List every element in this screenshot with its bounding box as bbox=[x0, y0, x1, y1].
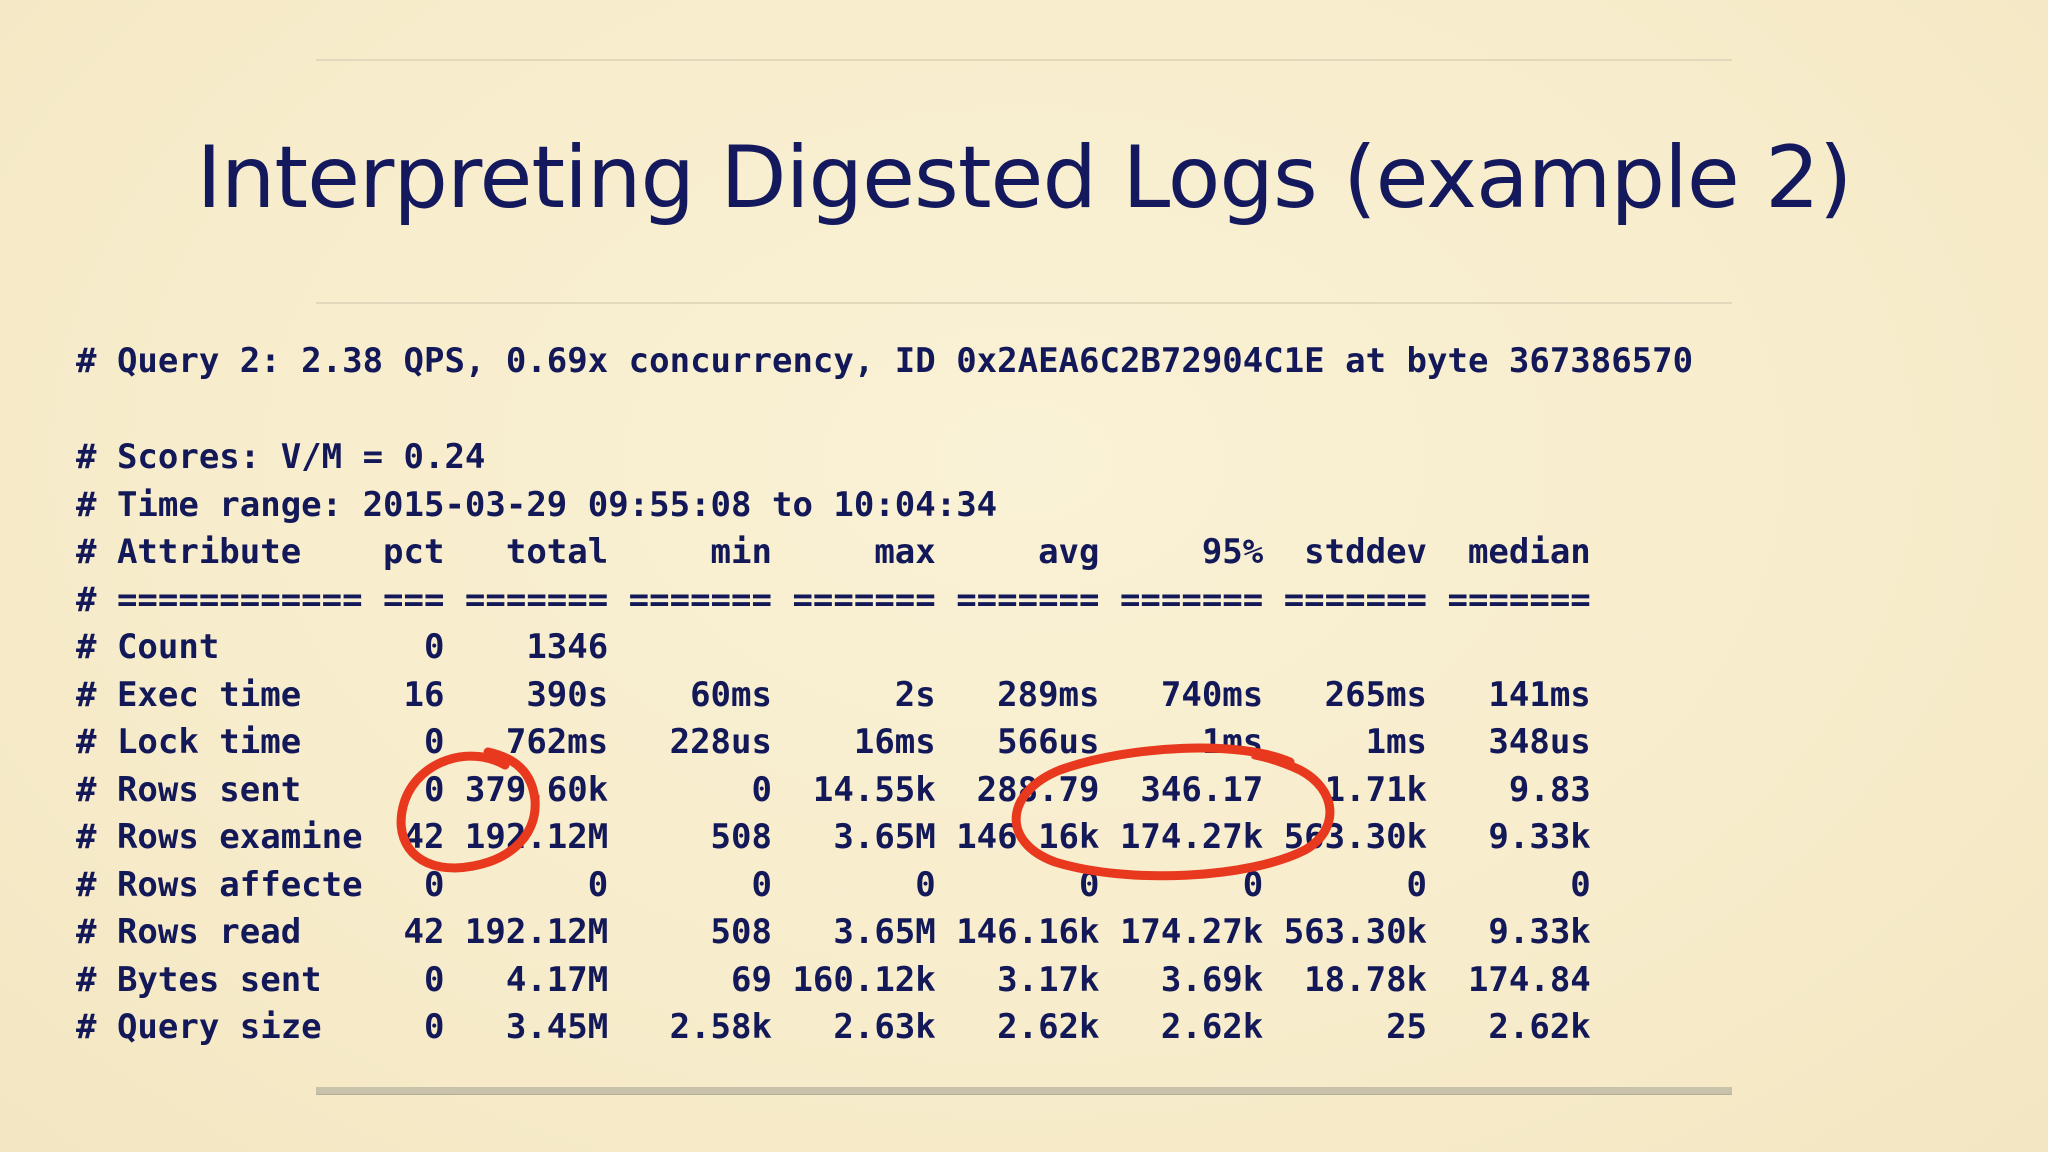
table-row: # Lock time 0 762ms 228us 16ms 566us 1ms… bbox=[76, 722, 1591, 762]
time-range-line: # Time range: 2015-03-29 09:55:08 to 10:… bbox=[76, 484, 998, 525]
bottom-divider bbox=[316, 1087, 1732, 1095]
table-row: # Rows examine 42 192.12M 508 3.65M 146.… bbox=[76, 817, 1591, 857]
title-divider bbox=[316, 302, 1732, 304]
table-row: # Query size 0 3.45M 2.58k 2.63k 2.62k 2… bbox=[76, 1007, 1591, 1047]
scores-line: # Scores: V/M = 0.24 bbox=[76, 437, 486, 477]
table-separator-row: # ============ === ======= ======= =====… bbox=[76, 579, 1591, 620]
query-header-line: # Query 2: 2.38 QPS, 0.69x concurrency, … bbox=[76, 341, 1694, 381]
table-row: # Bytes sent 0 4.17M 69 160.12k 3.17k 3.… bbox=[76, 959, 1591, 1000]
table-header-row: # Attribute pct total min max avg 95% st… bbox=[76, 532, 1591, 572]
table-row: # Rows read 42 192.12M 508 3.65M 146.16k… bbox=[76, 912, 1591, 952]
top-divider bbox=[316, 59, 1732, 61]
table-row: # Count 0 1346 bbox=[76, 627, 609, 667]
table-row: # Exec time 16 390s 60ms 2s 289ms 740ms … bbox=[76, 674, 1591, 715]
slide-title: Interpreting Digested Logs (example 2) bbox=[196, 128, 1853, 228]
query-header: # Query 2: 2.38 QPS, 0.69x concurrency, … bbox=[76, 338, 1693, 386]
scores-block: # Scores: V/M = 0.24 # Time range: 2015-0… bbox=[76, 434, 997, 529]
table-row: # Rows affecte 0 0 0 0 0 0 0 0 bbox=[76, 864, 1591, 905]
attribute-table: # Attribute pct total min max avg 95% st… bbox=[76, 529, 1591, 1052]
table-row: # Rows sent 0 379.60k 0 14.55k 288.79 34… bbox=[76, 769, 1591, 810]
